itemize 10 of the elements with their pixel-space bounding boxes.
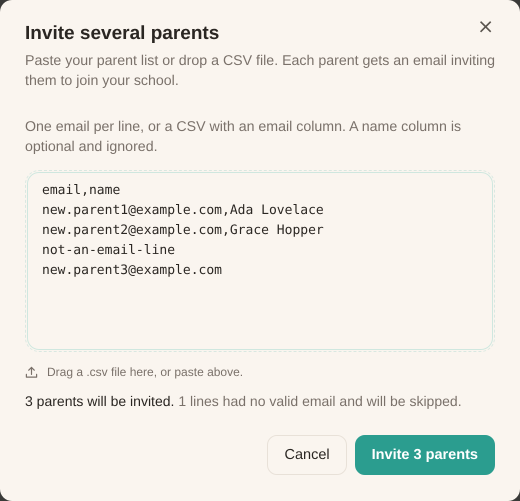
skipped-count-text: 1 lines had no valid email and will be skipped. (178, 393, 462, 409)
close-button[interactable]: × (473, 14, 498, 38)
drop-hint: Drag a .csv file here, or paste above. (47, 365, 244, 379)
parent-list-field[interactable]: email,name new.parent1@example.com,Ada Lovelace new.parent2@example.com,Grace Hopper not-an-email-line new.parent3@example.com (25, 170, 495, 352)
cancel-button[interactable]: Cancel (267, 435, 347, 475)
format-hint: One email per line, or a CSV with an email column. A name column is optional and ignored. (25, 118, 462, 157)
dialog-description: Paste your parent list or drop a CSV file. Each parent gets an email inviting them to join your school. (25, 52, 495, 91)
upload-icon (25, 366, 38, 378)
dialog-title: Invite several parents (25, 22, 220, 46)
valid-count-text: 3 parents will be invited. (25, 393, 174, 409)
